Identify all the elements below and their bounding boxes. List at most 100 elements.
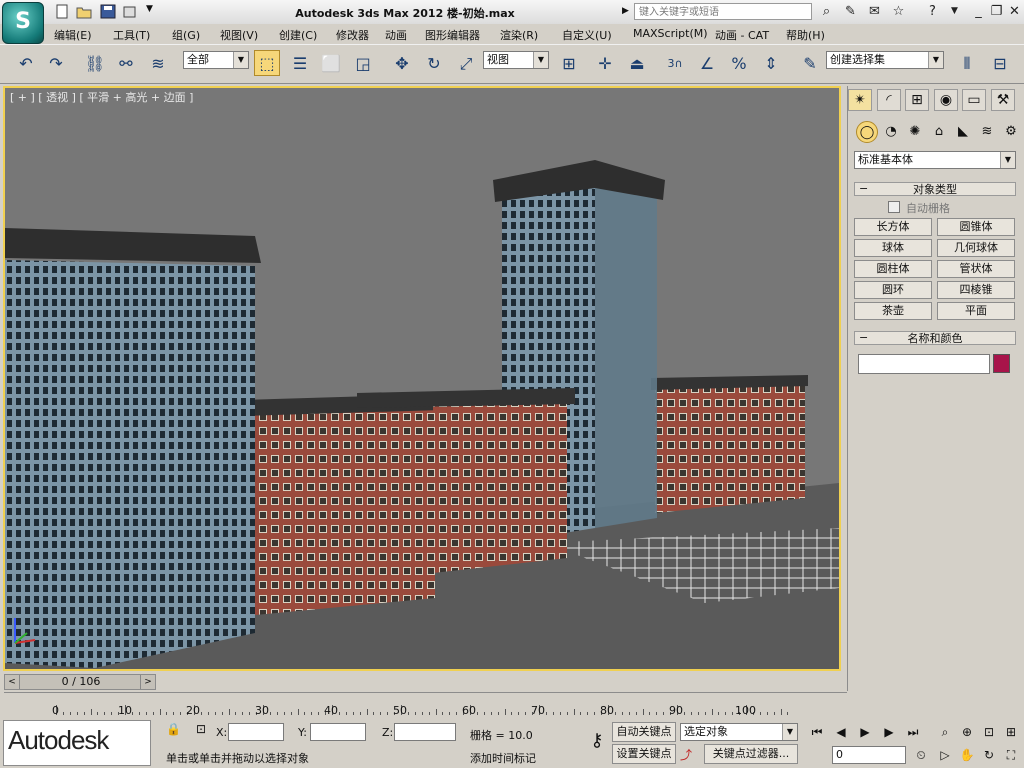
object-color-swatch[interactable] [993, 354, 1010, 373]
torus-button[interactable]: 圆环 [854, 281, 932, 299]
teapot-button[interactable]: 茶壶 [854, 302, 932, 320]
menu-edit[interactable]: 编辑(E) [54, 27, 92, 43]
quick-access-dropdown-icon[interactable]: ▼ [146, 4, 162, 19]
select-object-icon[interactable]: ⬚ [254, 50, 280, 76]
sphere-button[interactable]: 球体 [854, 239, 932, 257]
go-to-end-icon[interactable]: ⏭ [904, 723, 922, 741]
restore-button[interactable]: ❐ [988, 3, 1005, 20]
unlink-icon[interactable]: ⚯ [113, 50, 139, 76]
display-tab[interactable]: ▭ [962, 89, 986, 111]
reference-coord-dropdown[interactable]: 视图 ▼ [483, 51, 549, 69]
viewport-label[interactable]: [ + ] [ 透视 ] [ 平滑 + 高光 + 边面 ] [10, 89, 193, 105]
favorites-icon[interactable]: ☆ [890, 3, 907, 20]
object-type-rollout-header[interactable]: − 对象类型 [854, 182, 1016, 196]
cameras-icon[interactable]: ⌂ [928, 121, 950, 143]
time-prev-button[interactable]: < [5, 675, 20, 689]
object-name-input[interactable] [858, 354, 990, 374]
scale-icon[interactable]: ⤢ [453, 50, 479, 76]
current-frame-input[interactable]: 0 [832, 746, 906, 764]
project-folder-icon[interactable] [122, 4, 138, 19]
default-tangent-icon[interactable]: ⤴ [680, 746, 698, 764]
field-of-view-icon[interactable]: ▷ [936, 746, 954, 764]
absolute-mode-icon[interactable]: ⊡ [196, 722, 210, 740]
geosphere-button[interactable]: 几何球体 [937, 239, 1015, 257]
link-icon[interactable]: ⛓ [82, 50, 108, 76]
bind-spacewarp-icon[interactable]: ≋ [145, 50, 171, 76]
close-button[interactable]: ✕ [1006, 3, 1023, 20]
angle-snap-icon[interactable]: ∠ [694, 50, 720, 76]
menu-graph-editors[interactable]: 图形编辑器 [425, 27, 480, 43]
menu-maxscript[interactable]: MAXScript(M) [633, 27, 708, 40]
orbit-icon[interactable]: ↻ [980, 746, 998, 764]
next-frame-icon[interactable]: ▶ [880, 723, 898, 741]
key-filters-button[interactable]: 关键点过滤器... [704, 744, 798, 764]
open-file-icon[interactable] [76, 4, 92, 19]
save-icon[interactable] [100, 4, 116, 19]
helpers-icon[interactable]: ◣ [952, 121, 974, 143]
menu-modifiers[interactable]: 修改器 [336, 27, 369, 43]
menu-views[interactable]: 视图(V) [220, 27, 258, 43]
edit-named-sel-icon[interactable]: ✎ [797, 50, 823, 76]
plane-button[interactable]: 平面 [937, 302, 1015, 320]
snap-icon[interactable]: 3∩ [662, 50, 688, 76]
menu-group[interactable]: 组(G) [172, 27, 200, 43]
z-coord-input[interactable] [394, 723, 456, 741]
autogrid-checkbox[interactable] [888, 201, 900, 213]
help-icon[interactable]: ? [924, 3, 941, 20]
pan-icon[interactable]: ✋ [958, 746, 976, 764]
search-input[interactable]: 键入关键字或短语 [634, 3, 812, 20]
add-time-tag[interactable]: 添加时间标记 [470, 750, 536, 766]
zoom-all-icon[interactable]: ⊕ [958, 723, 976, 741]
geometry-icon[interactable]: ◯ [856, 121, 878, 143]
communication-center-icon[interactable]: ✉ [866, 3, 883, 20]
spinner-snap-icon[interactable]: ⇕ [758, 50, 784, 76]
subscription-icon[interactable]: ✎ [842, 3, 859, 20]
pyramid-button[interactable]: 四棱锥 [937, 281, 1015, 299]
set-key-button[interactable]: 设置关键点 [612, 744, 676, 764]
time-next-button[interactable]: > [140, 675, 155, 689]
menu-customize[interactable]: 自定义(U) [562, 27, 612, 43]
lock-selection-icon[interactable]: 🔒 [166, 722, 181, 740]
application-button[interactable]: S [2, 2, 44, 44]
menu-help[interactable]: 帮助(H) [786, 27, 825, 43]
align-icon[interactable]: ⊟ [987, 50, 1013, 76]
zoom-extents-all-icon[interactable]: ⊞ [1002, 723, 1020, 741]
percent-snap-icon[interactable]: % [726, 50, 752, 76]
hierarchy-tab[interactable]: ⊞ [905, 89, 929, 111]
auto-key-button[interactable]: 自动关键点 [612, 722, 676, 742]
help-dropdown-icon[interactable]: ▼ [946, 3, 963, 20]
maximize-viewport-icon[interactable]: ⛶ [1002, 746, 1020, 764]
search-arrow-icon[interactable]: ▶ [622, 6, 629, 16]
shapes-icon[interactable]: ◔ [880, 121, 902, 143]
time-slider[interactable]: < 0 / 106 > [4, 674, 156, 690]
named-selection-dropdown[interactable]: 创建选择集 ▼ [826, 51, 944, 69]
cone-button[interactable]: 圆锥体 [937, 218, 1015, 236]
tube-button[interactable]: 管状体 [937, 260, 1015, 278]
new-file-icon[interactable] [54, 4, 70, 19]
utilities-tab[interactable]: ⚒ [991, 89, 1015, 111]
modify-tab[interactable]: ◜ [877, 89, 901, 111]
manipulate-icon[interactable]: ✛ [592, 50, 618, 76]
selection-filter-dropdown[interactable]: 全部 ▼ [183, 51, 249, 69]
spacewarps-icon[interactable]: ≋ [976, 121, 998, 143]
systems-icon[interactable]: ⚙ [1000, 121, 1022, 143]
lights-icon[interactable]: ✺ [904, 121, 926, 143]
zoom-extents-icon[interactable]: ⊡ [980, 723, 998, 741]
keyboard-shortcut-icon[interactable]: ⏏ [624, 50, 650, 76]
undo-icon[interactable]: ↶ [13, 50, 39, 76]
y-coord-input[interactable] [310, 723, 366, 741]
rotate-icon[interactable]: ↻ [421, 50, 447, 76]
time-config-icon[interactable]: ⏲ [912, 746, 930, 764]
menu-rendering[interactable]: 渲染(R) [500, 27, 538, 43]
menu-create[interactable]: 创建(C) [279, 27, 317, 43]
cylinder-button[interactable]: 圆柱体 [854, 260, 932, 278]
pivot-icon[interactable]: ⊞ [556, 50, 582, 76]
window-crossing-icon[interactable]: ◲ [350, 50, 376, 76]
perspective-viewport[interactable] [3, 86, 841, 671]
play-icon[interactable]: ▶ [856, 723, 874, 741]
move-icon[interactable]: ✥ [389, 50, 415, 76]
create-tab[interactable]: ✴ [848, 89, 872, 111]
select-by-name-icon[interactable]: ☰ [287, 50, 313, 76]
name-color-rollout-header[interactable]: − 名称和颜色 [854, 331, 1016, 345]
key-icon[interactable]: ⚷ [584, 730, 610, 756]
